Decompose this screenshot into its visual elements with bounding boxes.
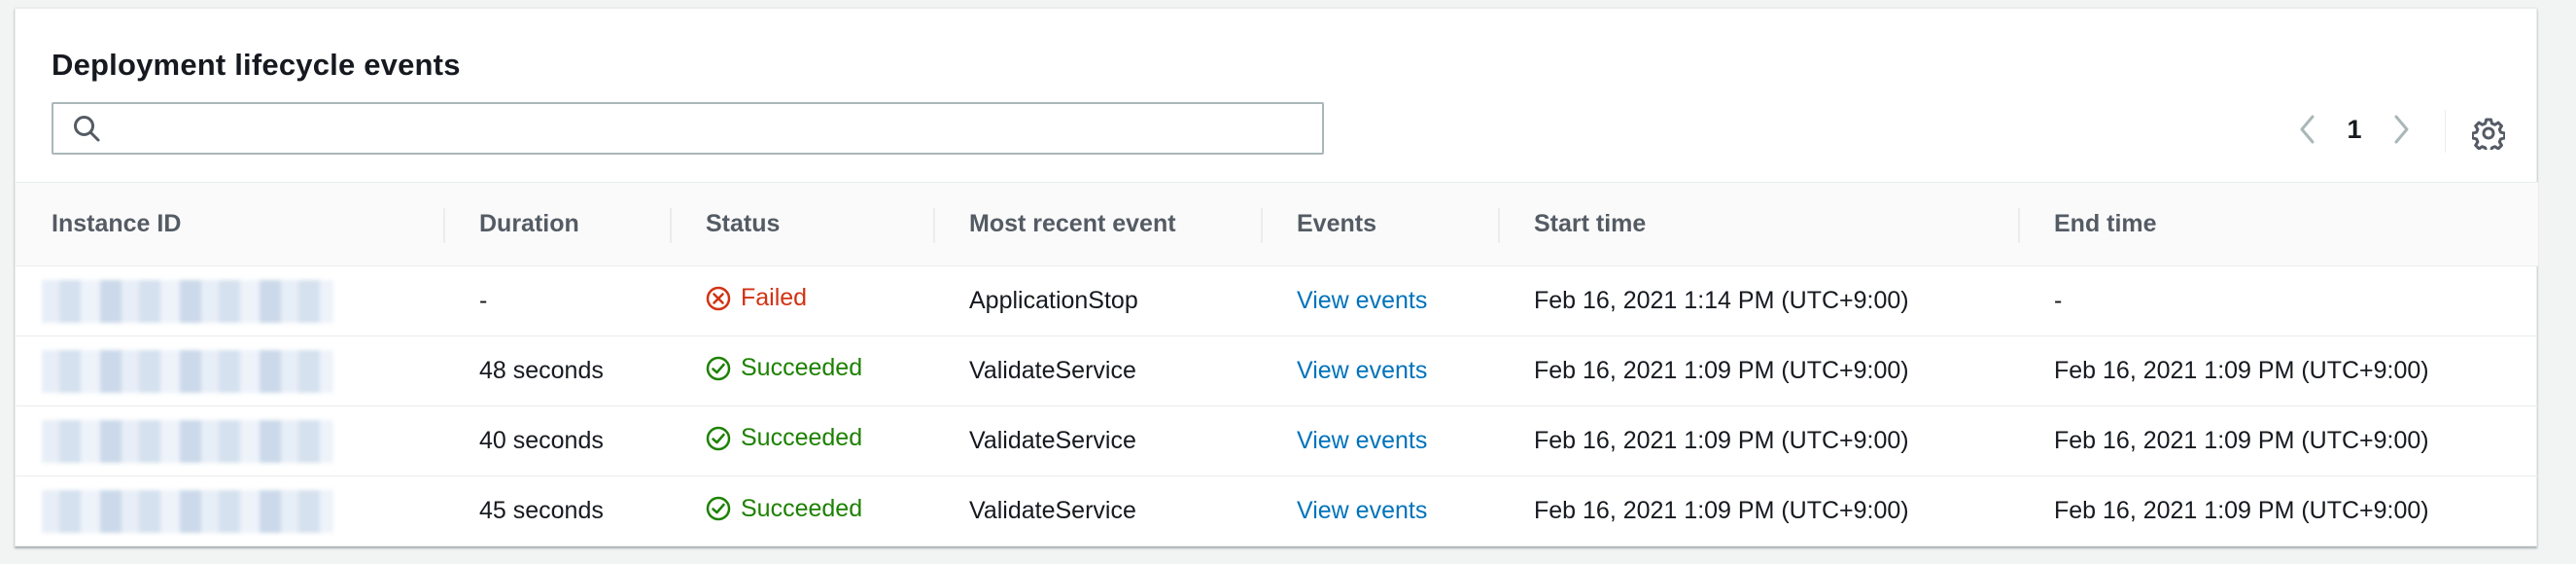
cell-events: View events <box>1261 265 1498 336</box>
column-header-most-recent-event[interactable]: Most recent event <box>933 183 1261 266</box>
cell-most-recent-event: ApplicationStop <box>933 265 1261 336</box>
cell-end-time: Feb 16, 2021 1:09 PM (UTC+9:00) <box>2018 335 2538 406</box>
redacted-instance-id <box>42 349 333 393</box>
status-success-icon <box>706 356 731 380</box>
cell-start-time: Feb 16, 2021 1:14 PM (UTC+9:00) <box>1498 265 2018 336</box>
previous-page-button[interactable] <box>2288 106 2327 153</box>
gear-icon <box>2472 118 2505 150</box>
column-separator <box>670 208 672 243</box>
column-label: Start time <box>1534 210 1647 237</box>
status-failed-icon <box>706 286 731 310</box>
lifecycle-events-panel: Deployment lifecycle events 1 Instance I… <box>15 8 2538 546</box>
table-row: 40 seconds Succeeded ValidateService View e… <box>16 405 2538 476</box>
next-page-button[interactable] <box>2382 106 2420 153</box>
column-label: Status <box>706 210 781 237</box>
column-header-duration[interactable]: Duration <box>443 183 670 266</box>
status-badge: Failed <box>706 284 807 312</box>
status-label: Succeeded <box>741 424 863 452</box>
column-separator <box>933 208 935 243</box>
status-label: Succeeded <box>741 494 863 522</box>
view-events-link[interactable]: View events <box>1297 497 1427 524</box>
pagination-divider <box>2445 110 2446 153</box>
column-header-status[interactable]: Status <box>670 183 933 266</box>
status-badge: Succeeded <box>706 354 862 382</box>
column-header-events[interactable]: Events <box>1261 183 1498 266</box>
cell-events: View events <box>1261 405 1498 476</box>
column-label: Instance ID <box>52 210 182 237</box>
column-label: Events <box>1297 210 1376 237</box>
cell-status: Failed <box>670 265 933 336</box>
view-events-link[interactable]: View events <box>1297 427 1427 454</box>
cell-duration: 48 seconds <box>443 335 670 406</box>
cell-status: Succeeded <box>670 476 933 546</box>
cell-instance-id <box>16 335 443 406</box>
status-success-icon <box>706 426 731 450</box>
search-box[interactable] <box>52 102 1324 155</box>
cell-instance-id <box>16 405 443 476</box>
redacted-instance-id <box>42 279 333 323</box>
cell-status: Succeeded <box>670 405 933 476</box>
status-label: Failed <box>741 284 808 312</box>
column-header-start-time[interactable]: Start time <box>1498 183 2018 266</box>
search-icon <box>67 109 106 148</box>
cell-start-time: Feb 16, 2021 1:09 PM (UTC+9:00) <box>1498 335 2018 406</box>
panel-header: Deployment lifecycle events 1 <box>16 9 2536 182</box>
chevron-left-icon <box>2300 115 2315 144</box>
column-header-end-time[interactable]: End time <box>2018 183 2538 266</box>
column-separator <box>1498 208 1500 243</box>
table-row: 45 seconds Succeeded ValidateService View e… <box>16 476 2538 546</box>
column-separator <box>1261 208 1263 243</box>
status-success-icon <box>706 496 731 521</box>
column-label: End time <box>2054 210 2157 237</box>
table-row: 48 seconds Succeeded ValidateService View e… <box>16 335 2538 406</box>
panel-title: Deployment lifecycle events <box>52 48 461 82</box>
cell-events: View events <box>1261 335 1498 406</box>
cell-status: Succeeded <box>670 335 933 406</box>
column-separator <box>443 208 445 243</box>
cell-most-recent-event: ValidateService <box>933 335 1261 406</box>
chevron-right-icon <box>2394 115 2409 144</box>
view-events-link[interactable]: View events <box>1297 357 1427 384</box>
column-label: Duration <box>479 210 579 237</box>
cell-events: View events <box>1261 476 1498 546</box>
cell-duration: 40 seconds <box>443 405 670 476</box>
current-page-number[interactable]: 1 <box>2327 115 2382 145</box>
status-badge: Succeeded <box>706 424 862 452</box>
lifecycle-events-table: Instance ID Duration Status Most recent … <box>16 182 2538 546</box>
cell-instance-id <box>16 476 443 546</box>
search-input[interactable] <box>106 104 1322 153</box>
cell-start-time: Feb 16, 2021 1:09 PM (UTC+9:00) <box>1534 497 1909 525</box>
column-separator <box>2018 208 2020 243</box>
column-header-instance-id[interactable]: Instance ID <box>16 183 443 266</box>
redacted-instance-id <box>42 419 333 463</box>
cell-duration: 45 seconds <box>479 497 604 525</box>
view-events-link[interactable]: View events <box>1297 287 1427 314</box>
table-row: - Failed ApplicationStop View events Feb 16,… <box>16 265 2538 336</box>
cell-end-time: Feb 16, 2021 1:09 PM (UTC+9:00) <box>2054 497 2429 525</box>
table-header-row: Instance ID Duration Status Most recent … <box>16 182 2538 266</box>
column-label: Most recent event <box>969 210 1176 237</box>
cell-end-time: - <box>2018 265 2538 336</box>
cell-start-time: Feb 16, 2021 1:09 PM (UTC+9:00) <box>1498 405 2018 476</box>
cell-instance-id <box>16 265 443 336</box>
cell-end-time: Feb 16, 2021 1:09 PM (UTC+9:00) <box>2018 405 2538 476</box>
preferences-button[interactable] <box>2467 112 2510 155</box>
cell-most-recent-event: ValidateService <box>933 405 1261 476</box>
status-label: Succeeded <box>741 354 863 382</box>
redacted-instance-id <box>42 489 333 533</box>
status-badge: Succeeded <box>706 495 862 523</box>
cell-duration: - <box>443 265 670 336</box>
pagination: 1 <box>2288 106 2420 153</box>
cell-most-recent-event: ValidateService <box>969 497 1136 525</box>
